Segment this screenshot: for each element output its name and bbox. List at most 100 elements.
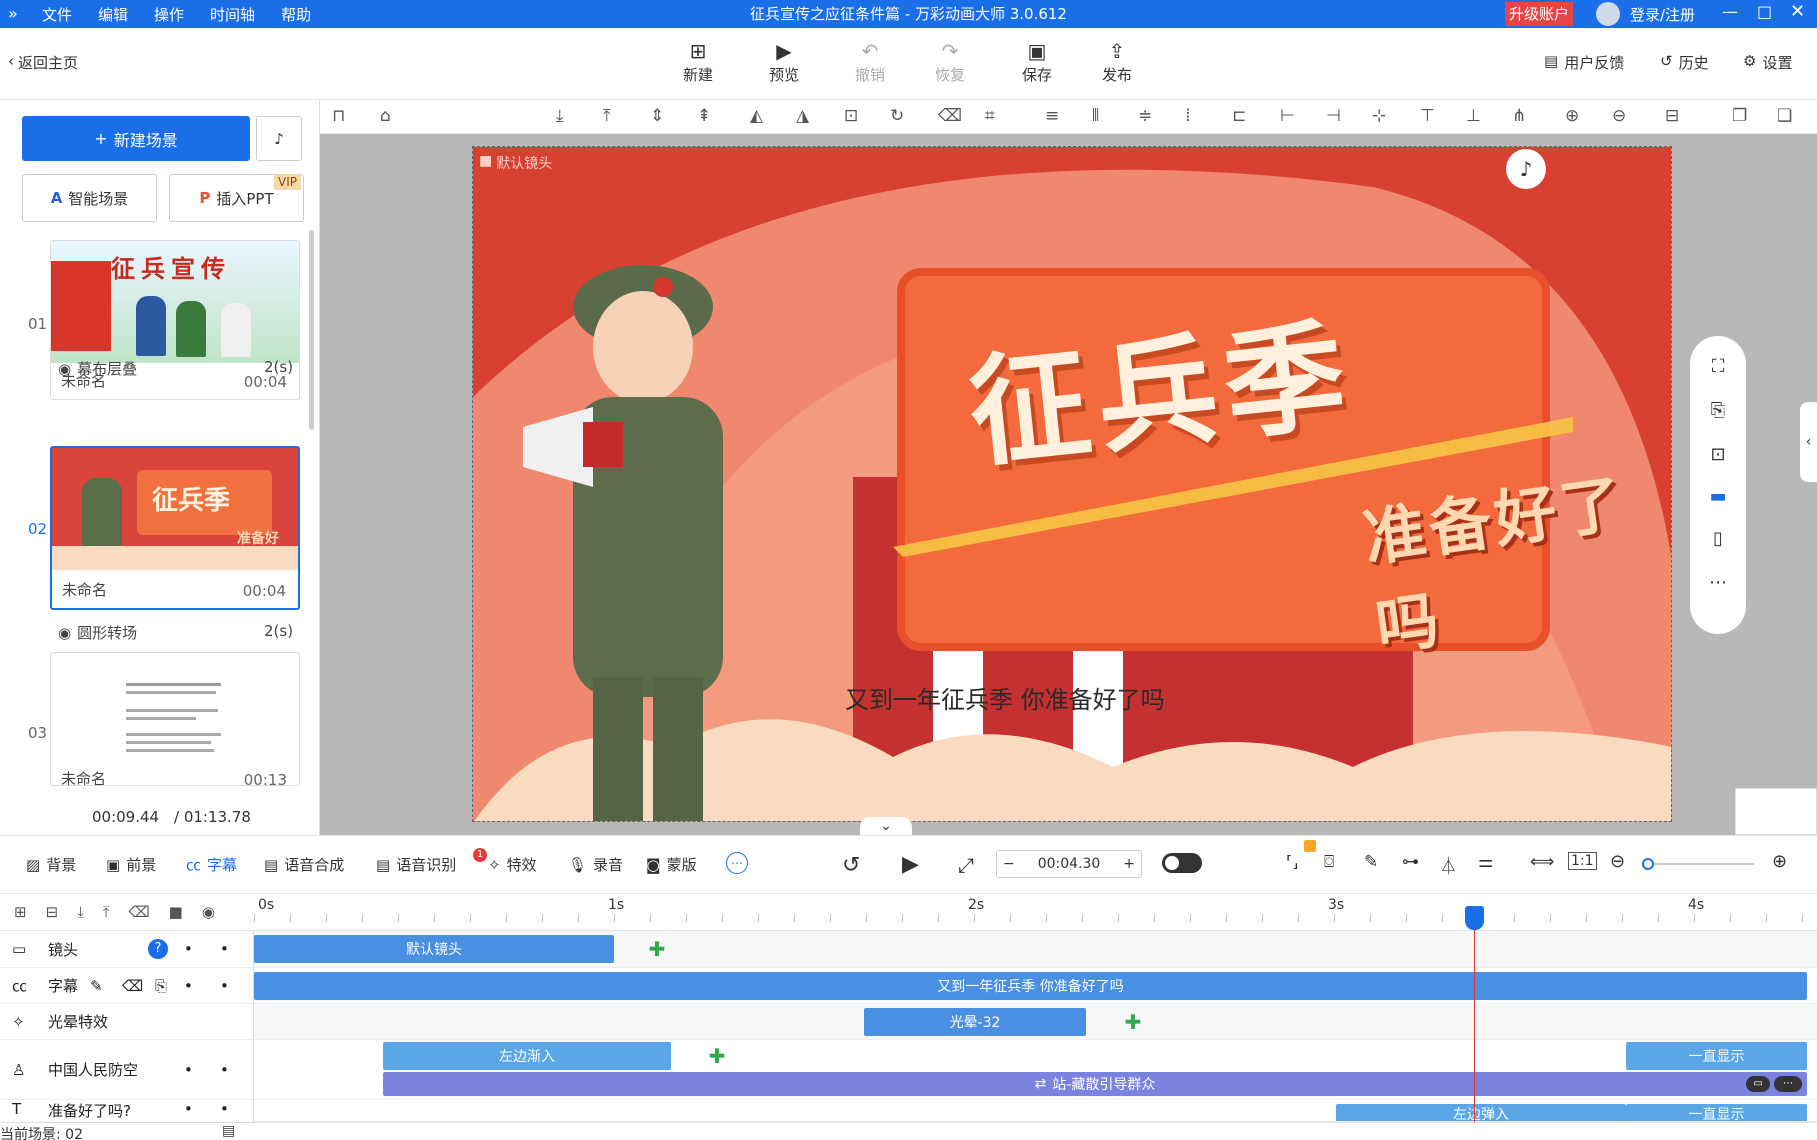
new-scene-button[interactable]: + 新建场景 (22, 116, 250, 161)
menu-help[interactable]: 帮助 (281, 4, 311, 25)
comment-icon[interactable]: ▭ (1746, 1076, 1770, 1092)
trash-icon[interactable]: ⌫ (128, 903, 149, 921)
soldier-character[interactable] (503, 237, 763, 822)
align-center-icon[interactable]: ≡ (1045, 106, 1059, 126)
close-icon[interactable]: ✕ (1790, 1, 1805, 22)
undo-button[interactable]: ↶ 撤销 (840, 38, 900, 85)
fit-screen-icon[interactable]: ⛶ (1690, 356, 1746, 377)
paste-icon[interactable]: ❏ (1777, 106, 1792, 126)
zoom-in-icon[interactable]: ⊕ (1772, 851, 1787, 872)
import-icon[interactable]: ⎘ (155, 977, 167, 995)
tab-record[interactable]: 🎙 录音 (568, 854, 623, 875)
lock-icon[interactable]: ⊡ (1690, 444, 1746, 465)
avatar[interactable] (1596, 2, 1620, 26)
enter-clip-2[interactable]: 左边弹入 (1336, 1104, 1626, 1121)
snapshot-icon[interactable]: ⌼ (1324, 852, 1334, 872)
phone-icon[interactable]: ▯ (1690, 528, 1746, 549)
spacing-icon[interactable]: ⊏ (1232, 106, 1246, 126)
playhead[interactable] (1465, 906, 1484, 1122)
new-folder-icon[interactable]: ⊟ (46, 903, 59, 921)
redo-button[interactable]: ↷ 恢复 (920, 38, 980, 85)
decrement-button[interactable]: − (1003, 856, 1015, 872)
publish-button[interactable]: ⇪ 发布 (1087, 38, 1147, 85)
list-icon[interactable]: ▤ (222, 1123, 235, 1139)
split-icon[interactable]: ⊶ (1402, 852, 1419, 872)
fit-width-icon[interactable]: ⟺ (1530, 852, 1554, 872)
maximize-icon[interactable]: □ (1757, 2, 1772, 21)
menu-file[interactable]: 文件 (42, 4, 72, 25)
feedback-button[interactable]: ▤ 用户反馈 (1544, 52, 1624, 73)
login-link[interactable]: 登录/注册 (1630, 4, 1695, 25)
zoom-out-icon[interactable]: ⊖ (1610, 851, 1625, 872)
track-character[interactable]: ♙ 中国人民防空 • • (0, 1040, 254, 1100)
minimize-icon[interactable]: — (1722, 2, 1738, 21)
left-edge-icon[interactable]: ⊢ (1280, 106, 1295, 126)
ratio-icon[interactable]: 1:1 (1568, 852, 1597, 870)
align-middle-icon[interactable]: ≑ (1138, 106, 1152, 126)
settings-button[interactable]: ⚙ 设置 (1743, 52, 1792, 73)
move-up-icon[interactable]: ⤒ (103, 903, 110, 921)
add-folder-icon[interactable]: ⊞ (14, 903, 27, 921)
history-button[interactable]: ↺ 历史 (1660, 52, 1709, 73)
rewind-icon[interactable]: ↺ (842, 853, 860, 878)
flip-h-icon[interactable]: ◭ (750, 106, 763, 126)
zoom-out-icon[interactable]: ⊖ (1612, 106, 1626, 126)
lock-icon[interactable]: ⊡ (844, 106, 858, 126)
tab-foreground[interactable]: ▣ 前景 (106, 854, 156, 875)
tab-mask[interactable]: ◙ 蒙版 (646, 854, 697, 875)
music-button[interactable]: ♪ (256, 116, 302, 161)
h-center-icon[interactable]: ⊹ (1372, 106, 1386, 126)
smart-scene-button[interactable]: A 智能场景 (22, 174, 157, 222)
collapse-handle[interactable]: ‹ (1800, 402, 1817, 482)
align-top-icon[interactable]: ⤒ (603, 106, 611, 126)
fullscreen-icon[interactable]: ⤢ (958, 853, 974, 877)
more-icon[interactable]: ⋯ (1774, 1076, 1802, 1092)
tab-speech-recognition[interactable]: ▤ 语音识别 (376, 854, 456, 875)
glow-clip[interactable]: 光晕-32 (864, 1008, 1086, 1036)
right-edge-icon[interactable]: ⊣ (1326, 106, 1341, 126)
collapse-canvas-button[interactable]: ⌄ (860, 817, 912, 835)
bottom-edge-icon[interactable]: ⊥ (1466, 106, 1481, 126)
top-edge-icon[interactable]: ⊤ (1420, 106, 1435, 126)
move-down-icon[interactable]: ⤓ (77, 903, 84, 921)
screen-icon[interactable]: ▬ (1690, 486, 1746, 507)
edit-icon[interactable]: ✎ (90, 977, 103, 995)
trash-icon[interactable]: ⌫ (122, 977, 143, 995)
minimap[interactable] (1735, 788, 1817, 835)
time-stepper[interactable]: − 00:04.30 + (996, 850, 1142, 878)
menu-edit[interactable]: 编辑 (98, 4, 128, 25)
delete-icon[interactable]: ⌫ (938, 106, 962, 126)
tab-effects[interactable]: ✧ 特效 (488, 854, 537, 875)
transition-item[interactable]: ◉ 幕布层叠 (58, 358, 137, 379)
align-right-icon[interactable]: ⦙ (1186, 106, 1190, 126)
distribute-icon[interactable]: ⇞ (697, 106, 711, 126)
eye-icon[interactable]: ◉ (202, 903, 215, 921)
save-button[interactable]: ▣ 保存 (1007, 38, 1067, 85)
align-vcenter-icon[interactable]: ⇕ (650, 106, 664, 126)
guide-clip[interactable]: ⇄ 站-藏散引导群众 (383, 1072, 1807, 1096)
loop-toggle[interactable] (1162, 853, 1202, 873)
filter-icon[interactable]: ⏃ (1440, 852, 1457, 877)
align-left-icon[interactable]: ⫴ (1092, 106, 1099, 126)
more-tabs-icon[interactable]: ⋯ (726, 852, 748, 874)
scene-scrollbar[interactable] (309, 230, 314, 430)
align-bottom-icon[interactable]: ⤓ (556, 106, 564, 126)
adjust-icon[interactable]: ⚌ (1478, 852, 1493, 872)
subtitle-clip[interactable]: 又到一年征兵季 你准备好了吗 (254, 972, 1807, 1000)
track-subtitle[interactable]: ㏄ 字幕 ✎ ⌫ ⎘ • • (0, 968, 254, 1004)
ruler-icon[interactable]: ⊓ (332, 106, 345, 126)
track-glow[interactable]: ✧ 光晕特效 (0, 1004, 254, 1040)
edit-icon[interactable]: ✎ (1364, 852, 1378, 872)
help-icon[interactable]: ? (148, 939, 168, 959)
menu-operate[interactable]: 操作 (154, 4, 184, 25)
subtitle-text[interactable]: 又到一年征兵季 你准备好了吗 (845, 680, 1165, 715)
scene-card-2[interactable]: 征兵季 准备好 未命名 00:04 (50, 446, 300, 610)
upgrade-button[interactable]: 升级账户 (1505, 2, 1574, 26)
increment-button[interactable]: + (1123, 856, 1135, 872)
tab-tts[interactable]: ▤ 语音合成 (264, 854, 344, 875)
time-value[interactable]: 00:04.30 (1038, 856, 1101, 872)
play-button[interactable]: ▶ (902, 852, 919, 877)
more-icon[interactable]: ⋯ (1690, 572, 1746, 593)
always-show-clip-2[interactable]: 一直显示 (1626, 1104, 1807, 1121)
track-text[interactable]: T 准备好了吗? • • (0, 1100, 254, 1122)
